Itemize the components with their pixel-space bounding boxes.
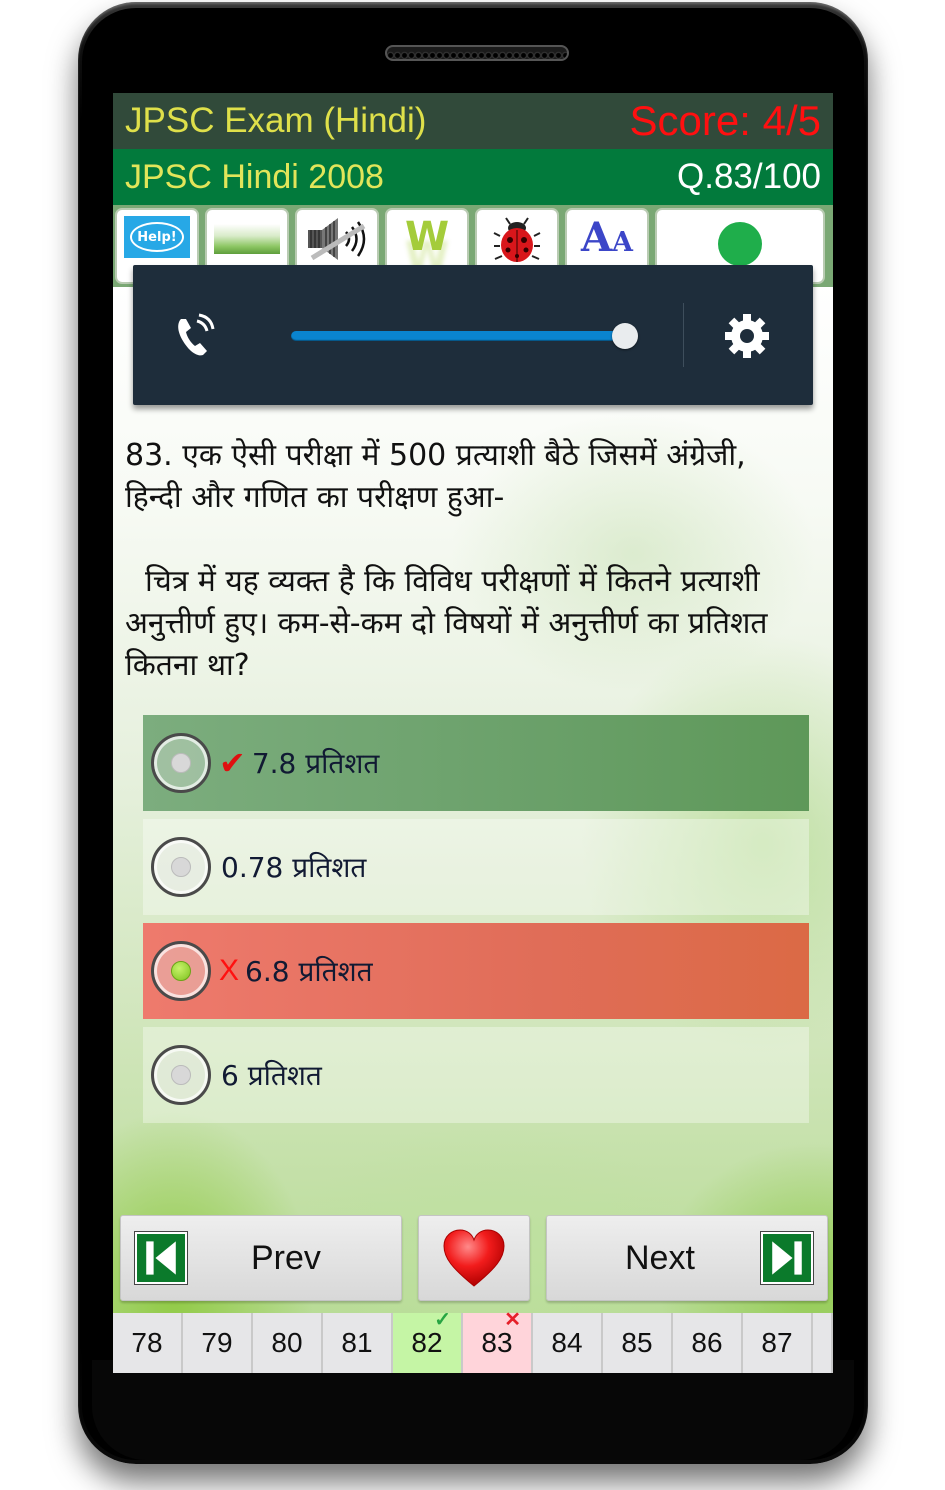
question-cell-82[interactable]: 82 ✓: [393, 1309, 461, 1373]
phone-chin: [92, 1360, 854, 1460]
question-counter: Q.83/100: [677, 157, 821, 196]
question-cell-79[interactable]: 79: [183, 1313, 251, 1373]
radio-dot: [171, 1065, 191, 1085]
favorite-button[interactable]: [418, 1215, 530, 1301]
question-cell-84[interactable]: 84: [533, 1313, 601, 1373]
option-3-radio[interactable]: [151, 941, 211, 1001]
next-label: Next: [625, 1238, 695, 1277]
question-number-label: 80: [271, 1327, 303, 1358]
title-bar: JPSC Exam (Hindi) Score: 4/5: [113, 93, 833, 149]
option-2[interactable]: 0.78 प्रतिशत: [143, 819, 809, 915]
font-size-small-a: A: [612, 227, 633, 258]
question-number-label: 87: [761, 1327, 793, 1358]
option-2-text: 0.78 प्रतिशत: [221, 851, 367, 884]
exam-bar: JPSC Hindi 2008 Q.83/100: [113, 149, 833, 205]
panel-divider: [683, 303, 684, 367]
speaker-grille: [385, 45, 569, 61]
question-cell-83[interactable]: 83 ✕: [463, 1309, 531, 1373]
answer-options: ✔ 7.8 प्रतिशत 0.78 प्रतिशत X 6.8 प्रतिशत…: [143, 715, 809, 1131]
w-letter-icon: W: [404, 214, 450, 260]
option-3[interactable]: X 6.8 प्रतिशत: [143, 923, 809, 1019]
option-1-text: 7.8 प्रतिशत: [251, 747, 380, 780]
question-number-label: 85: [621, 1327, 653, 1358]
app-screen: JPSC Exam (Hindi) Score: 4/5 JPSC Hindi …: [113, 93, 833, 1373]
checkmark-icon: ✔: [219, 744, 246, 782]
radio-dot: [171, 753, 191, 773]
radio-dot-selected: [171, 961, 191, 981]
theme-image-icon: [214, 224, 280, 254]
question-line-1: एक ऐसी परीक्षा में 500 प्रत्याशी बैठे जि…: [125, 438, 756, 515]
volume-slider-thumb[interactable]: [612, 323, 638, 349]
help-bubble-icon: Help!: [124, 216, 190, 258]
exam-name: JPSC Hindi 2008: [125, 157, 384, 196]
option-3-text: 6.8 प्रतिशत: [245, 955, 373, 988]
app-title: JPSC Exam (Hindi): [125, 101, 427, 140]
heart-icon: [443, 1229, 505, 1287]
wrong-x-icon: ✕: [504, 1309, 521, 1331]
navigation-row: Prev Next: [120, 1215, 828, 1303]
radio-dot: [171, 857, 191, 877]
question-cell-86[interactable]: 86: [673, 1313, 741, 1373]
correct-check-icon: ✓: [434, 1309, 451, 1331]
wrong-x-icon: X: [219, 954, 240, 987]
question-cell-80[interactable]: 80: [253, 1313, 321, 1373]
font-size-icon: AA: [581, 216, 633, 268]
question-number-label: 79: [201, 1327, 233, 1358]
phone-ringer-icon[interactable]: [173, 313, 219, 359]
question-number-label: 86: [691, 1327, 723, 1358]
option-1-radio[interactable]: [151, 733, 211, 793]
option-2-radio[interactable]: [151, 837, 211, 897]
sound-muted-icon: [308, 218, 366, 261]
question-number-label: 84: [551, 1327, 583, 1358]
question-cell-87[interactable]: 87: [743, 1313, 811, 1373]
option-4[interactable]: 6 प्रतिशत: [143, 1027, 809, 1123]
volume-slider-track[interactable]: [291, 331, 625, 341]
question-text: 83. एक ऐसी परीक्षा में 500 प्रत्याशी बैठ…: [125, 435, 805, 687]
question-cell-81[interactable]: 81: [323, 1313, 391, 1373]
volume-panel: [133, 265, 813, 405]
option-4-radio[interactable]: [151, 1045, 211, 1105]
help-label: Help!: [130, 222, 184, 252]
font-size-big-a: A: [581, 214, 613, 261]
question-cell-partial[interactable]: [813, 1313, 831, 1373]
score-label: Score: 4/5: [629, 97, 821, 144]
question-line-2: चित्र में यह व्यक्त है कि विविध परीक्षणो…: [125, 564, 777, 683]
next-button[interactable]: Next: [546, 1215, 828, 1301]
question-number: 83.: [125, 438, 173, 473]
prev-label: Prev: [251, 1238, 321, 1277]
option-1[interactable]: ✔ 7.8 प्रतिशत: [143, 715, 809, 811]
green-dot-icon: [718, 222, 762, 266]
ladybug-icon: [493, 217, 541, 262]
prev-button[interactable]: Prev: [120, 1215, 402, 1301]
question-cell-85[interactable]: 85: [603, 1313, 671, 1373]
gear-icon[interactable]: [723, 312, 771, 360]
question-strip[interactable]: 78 79 80 81 82 ✓ 83 ✕ 84 85 86 87: [113, 1309, 833, 1373]
option-4-text: 6 प्रतिशत: [221, 1059, 322, 1092]
question-cell-78[interactable]: 78: [113, 1313, 181, 1373]
skip-next-icon: [760, 1231, 814, 1285]
question-number-label: 78: [131, 1327, 163, 1358]
skip-previous-icon: [134, 1231, 188, 1285]
question-number-label: 81: [341, 1327, 373, 1358]
